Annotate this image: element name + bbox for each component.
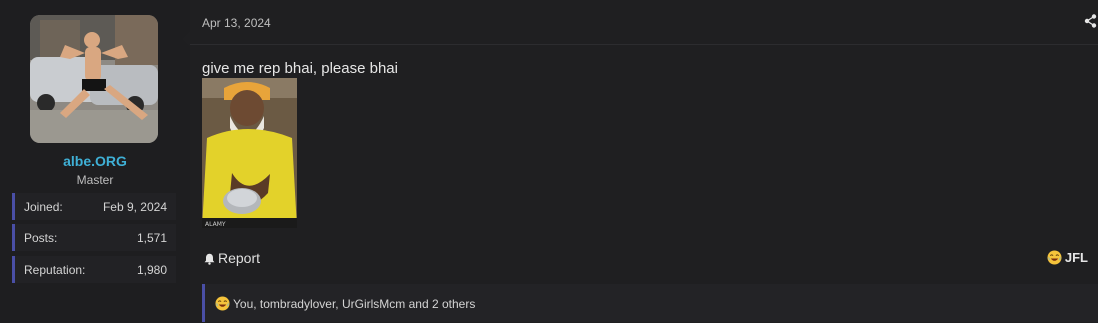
post-header: Apr 13, 2024 bbox=[190, 0, 1098, 45]
post-message: give me rep bhai, please bhai bbox=[202, 60, 398, 77]
stat-value: Feb 9, 2024 bbox=[102, 200, 167, 214]
bell-icon bbox=[204, 252, 215, 268]
reaction-label: JFL bbox=[1064, 250, 1088, 265]
stat-value: 1,571 bbox=[136, 231, 167, 245]
post-image[interactable]: ALAMY bbox=[202, 78, 297, 228]
username-link[interactable]: albe.ORG bbox=[0, 153, 190, 169]
report-label: Report bbox=[218, 250, 261, 266]
report-button[interactable]: Report bbox=[204, 250, 260, 268]
reactions-bar[interactable]: You, tombradylover, UrGirlsMcm and 2 oth… bbox=[202, 284, 1098, 322]
watermark-text: ALAMY bbox=[205, 221, 226, 228]
user-sidebar: albe.ORG Master Joined: Feb 9, 2024 Post… bbox=[0, 0, 190, 323]
stat-label: Reputation: bbox=[24, 263, 86, 277]
stat-label: Posts: bbox=[24, 231, 58, 245]
user-avatar[interactable] bbox=[30, 15, 158, 143]
share-icon[interactable] bbox=[1084, 14, 1098, 28]
crying-laughing-emoji-icon bbox=[1047, 250, 1062, 265]
user-title: Master bbox=[76, 173, 114, 187]
stat-value: 1,980 bbox=[136, 263, 167, 277]
reactions-summary-text: You, tombradylover, UrGirlsMcm and 2 oth… bbox=[233, 297, 476, 311]
stat-posts: Posts: 1,571 bbox=[12, 224, 176, 251]
post-body: Apr 13, 2024 give me rep bhai, please bh… bbox=[190, 0, 1098, 323]
stat-joined: Joined: Feb 9, 2024 bbox=[12, 193, 176, 220]
stat-reputation: Reputation: 1,980 bbox=[12, 256, 176, 283]
reactions-summary[interactable]: You, tombradylover, UrGirlsMcm and 2 oth… bbox=[215, 296, 475, 311]
post-date[interactable]: Apr 13, 2024 bbox=[202, 16, 271, 30]
crying-laughing-emoji-icon bbox=[215, 296, 230, 311]
reaction-jfl-button[interactable]: JFL bbox=[1047, 250, 1088, 265]
stat-label: Joined: bbox=[24, 200, 63, 214]
avatar-photo bbox=[30, 15, 158, 143]
